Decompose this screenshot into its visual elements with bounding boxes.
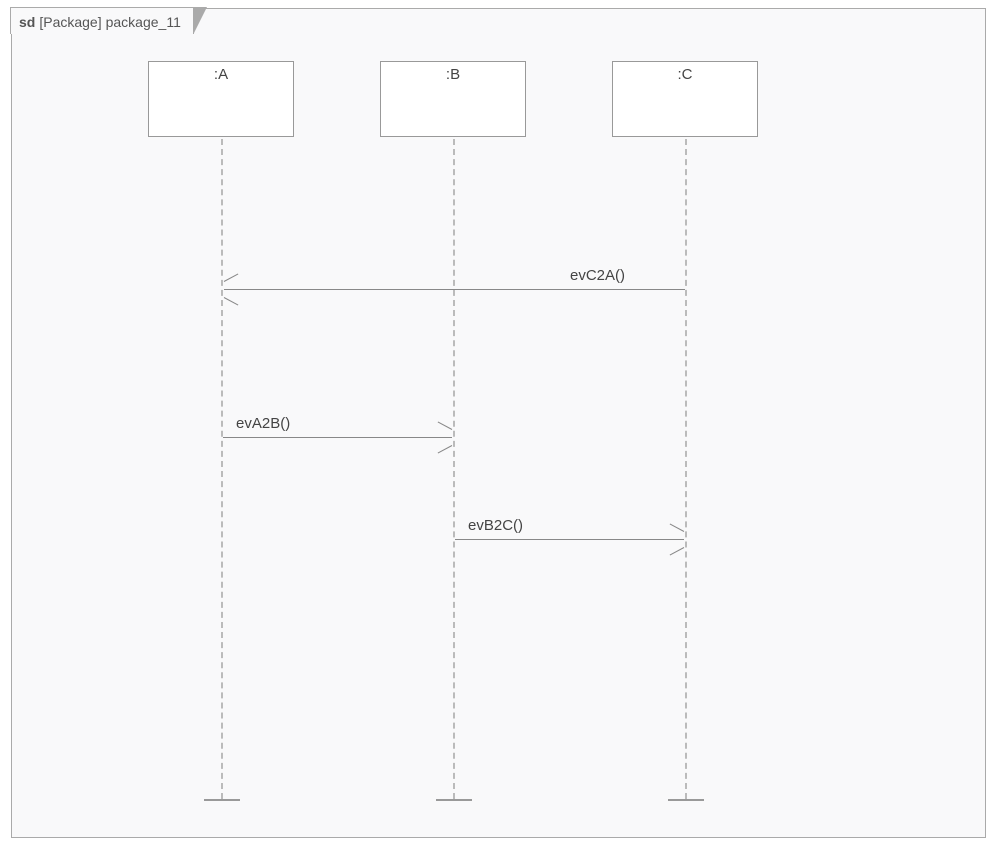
message-a2b-line[interactable]	[223, 437, 452, 438]
lifeline-c	[685, 139, 687, 799]
message-c2a-line[interactable]	[224, 289, 685, 290]
lifeline-head-b[interactable]: :B	[380, 61, 526, 137]
frame-title-tab: sd [Package] package_11	[11, 8, 195, 35]
message-b2c-line[interactable]	[455, 539, 684, 540]
sequence-diagram-frame: sd [Package] package_11 :A :B :C evC2A()…	[11, 8, 986, 838]
lifeline-label-c: :C	[678, 66, 693, 83]
lifeline-label-a: :A	[214, 66, 228, 83]
lifeline-head-a[interactable]: :A	[148, 61, 294, 137]
message-b2c-label: evB2C()	[468, 517, 523, 534]
lifeline-b	[453, 139, 455, 799]
message-a2b-label: evA2B()	[236, 415, 290, 432]
message-c2a-label: evC2A()	[570, 267, 625, 284]
lifeline-end-a	[204, 799, 240, 801]
frame-name: package_11	[106, 14, 181, 30]
lifeline-end-c	[668, 799, 704, 801]
frame-prefix: sd	[19, 14, 35, 30]
lifeline-head-c[interactable]: :C	[612, 61, 758, 137]
lifeline-label-b: :B	[446, 66, 460, 83]
lifeline-end-b	[436, 799, 472, 801]
lifeline-a	[221, 139, 223, 799]
frame-kind: [Package]	[39, 14, 101, 30]
